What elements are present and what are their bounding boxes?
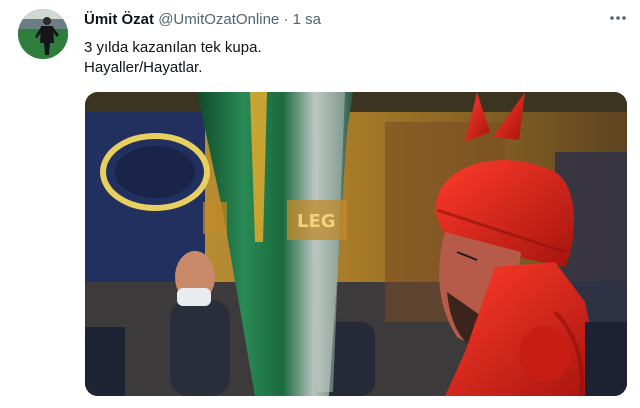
tweet-text-line: 3 yılda kazanılan tek kupa. [84,39,262,56]
avatar[interactable] [18,9,68,59]
tweet[interactable]: Ümit Özat @UmitOzatOnline · 1 sa 3 yılda… [0,0,640,408]
timestamp[interactable]: 1 sa [293,11,321,28]
author-handle[interactable]: @UmitOzatOnline [158,11,279,28]
more-dots-icon[interactable] [606,10,630,28]
author-name[interactable]: Ümit Özat [84,11,154,28]
tweet-photo[interactable]: LEG [85,92,627,396]
tweet-text-line: Hayaller/Hayatlar. [84,59,203,76]
avatar-image [18,9,68,59]
photo-cup-and-devil-costume: LEG [85,92,627,396]
cup-inscription: LEG [297,211,336,232]
separator: · [283,11,289,28]
tweet-header: Ümit Özat @UmitOzatOnline · 1 sa [84,11,321,29]
tweet-text: 3 yılda kazanılan tek kupa. Hayaller/Hay… [84,38,262,78]
